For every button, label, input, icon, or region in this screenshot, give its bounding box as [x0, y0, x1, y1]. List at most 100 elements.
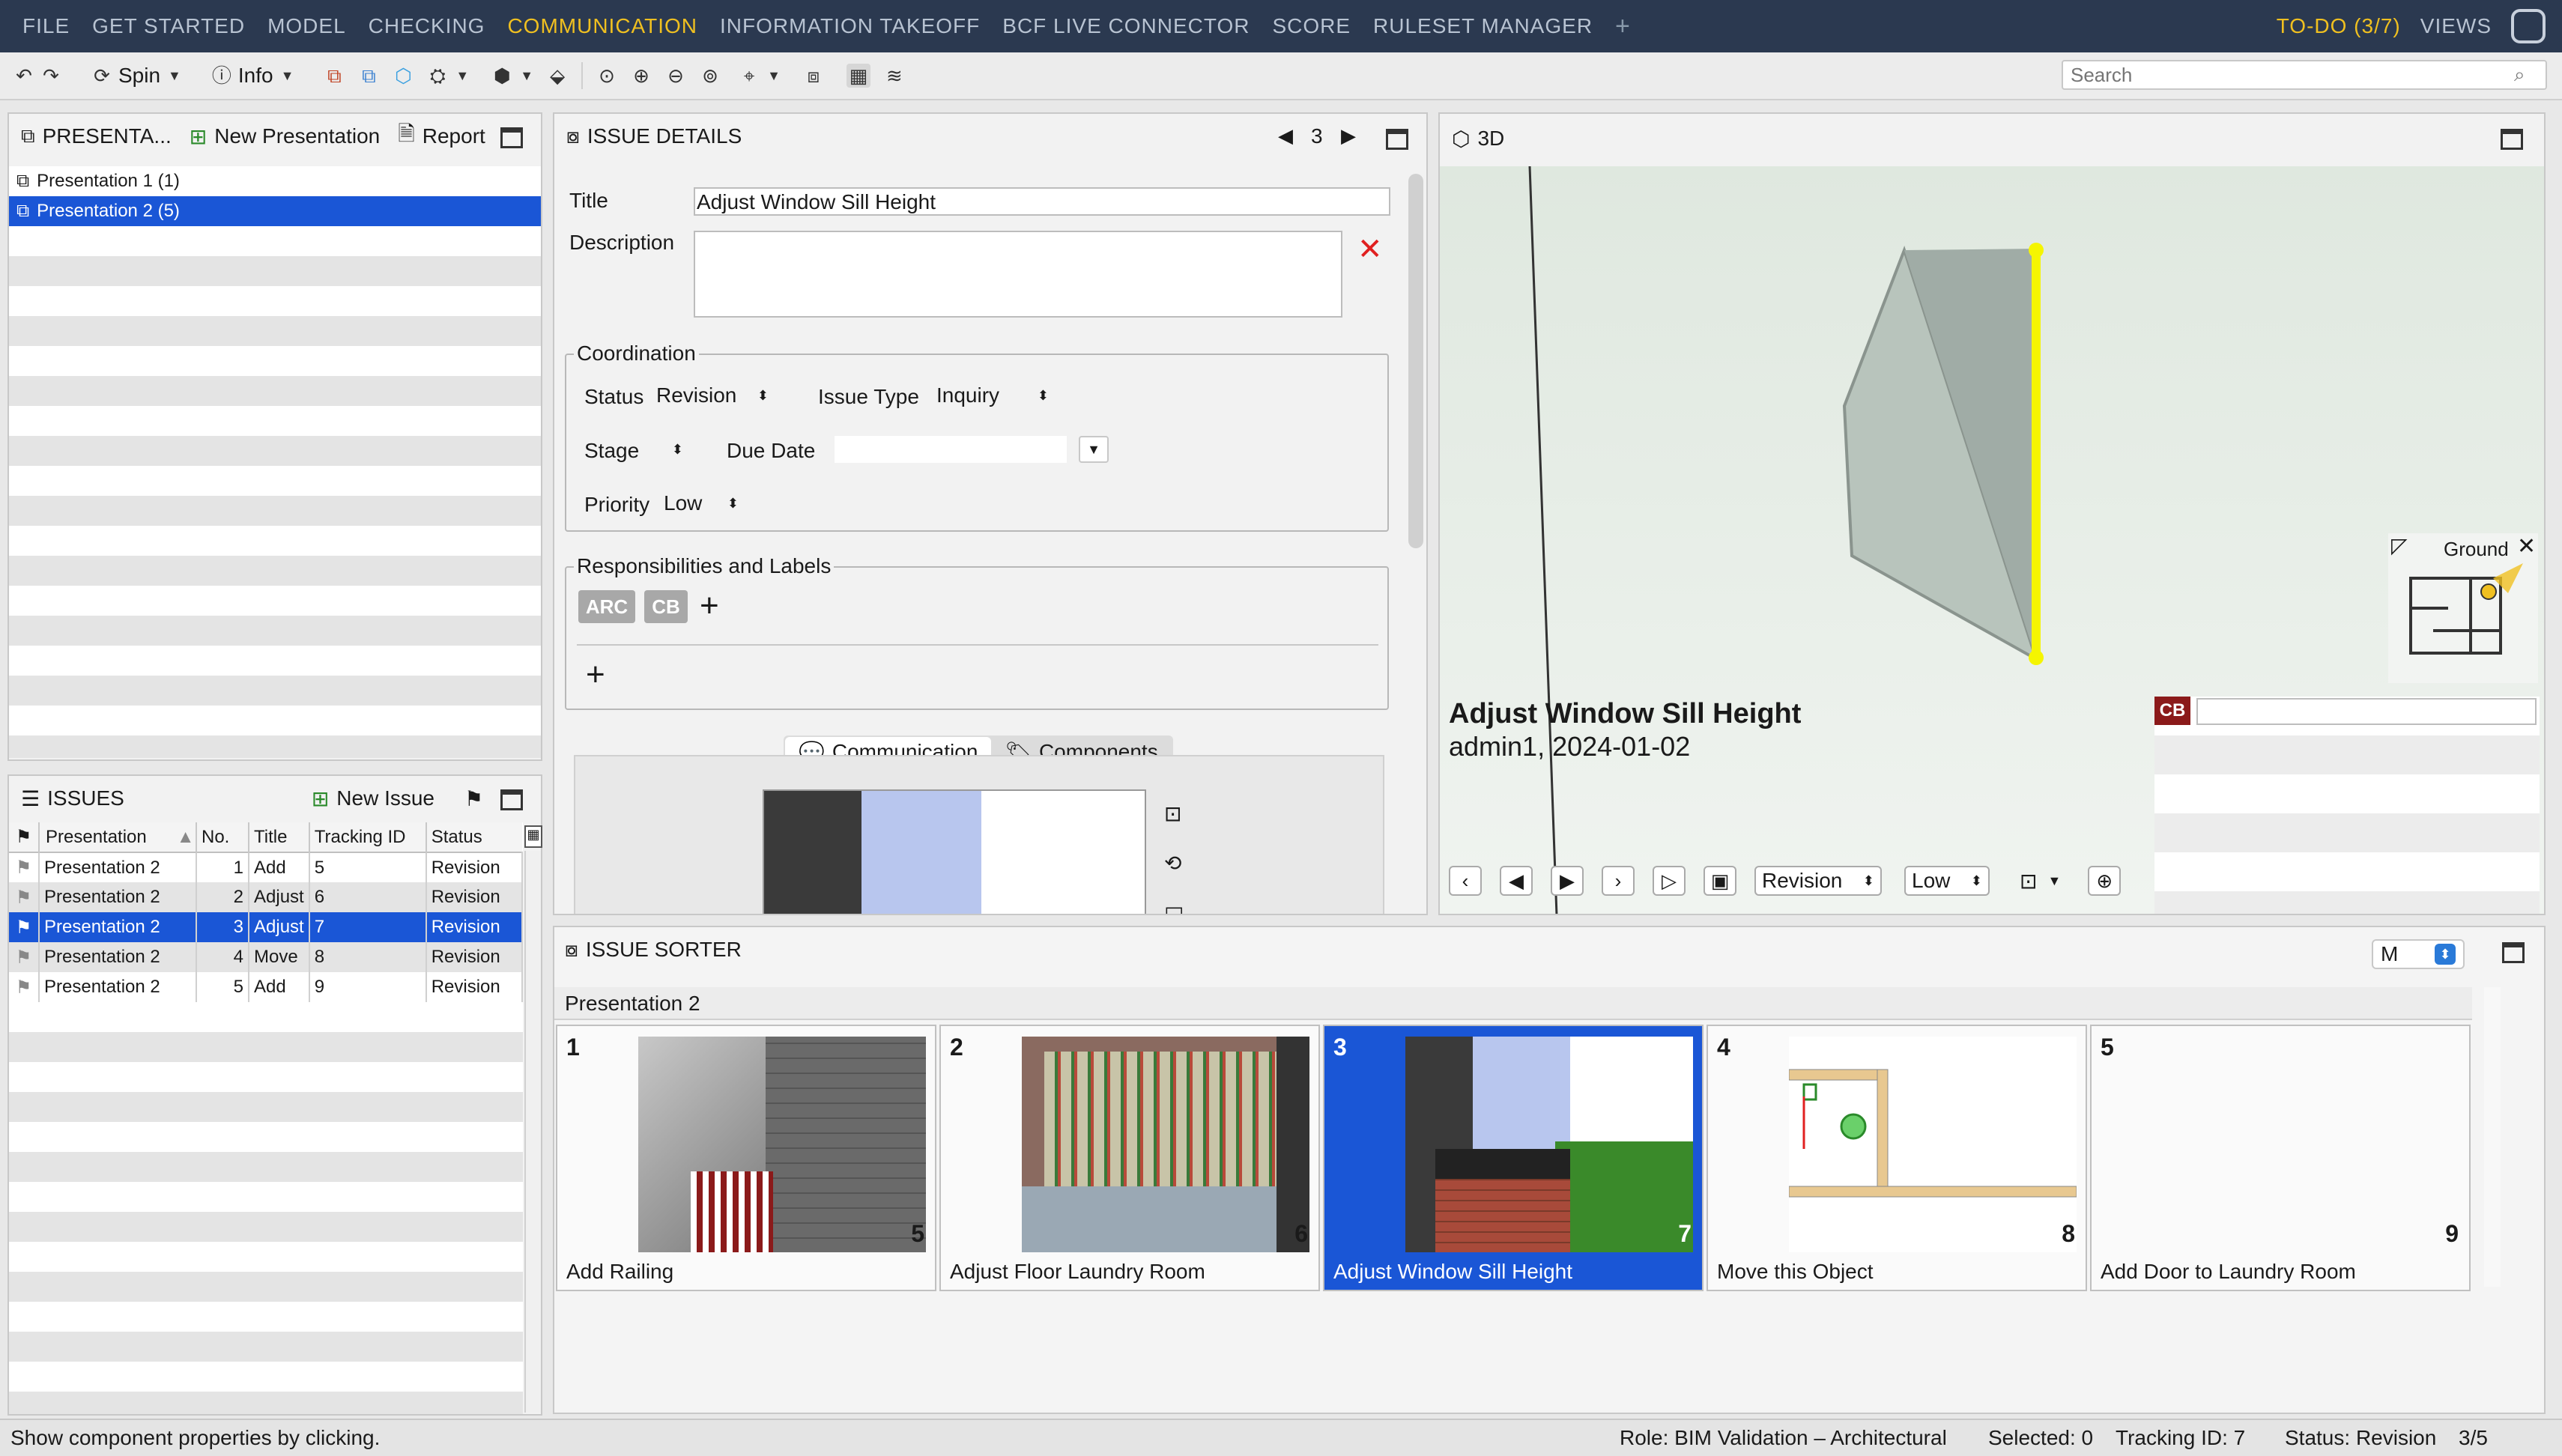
presentation-mode-icon[interactable]: ▣: [1704, 866, 1736, 896]
new-issue-button[interactable]: ⊞ New Issue: [312, 786, 434, 811]
layers-icon[interactable]: ⧈: [803, 65, 824, 86]
menu-score[interactable]: SCORE: [1272, 14, 1351, 38]
next-issue-icon[interactable]: ▶: [1551, 866, 1584, 896]
menu-get-started[interactable]: GET STARTED: [92, 14, 245, 38]
next-issue-icon[interactable]: ▶: [1341, 124, 1356, 148]
thumbnail-size-select[interactable]: M ⬍: [2372, 939, 2465, 969]
maximize-icon[interactable]: [500, 127, 523, 148]
prev-issue-icon[interactable]: ◀: [1278, 124, 1293, 148]
search-input[interactable]: [2062, 60, 2547, 90]
section-icon[interactable]: ⬙: [547, 65, 568, 86]
first-issue-icon[interactable]: ‹: [1449, 866, 1482, 896]
issue-card-5[interactable]: 5 9 Add Door to Laundry Room: [2090, 1025, 2471, 1291]
maximize-icon[interactable]: [2502, 942, 2525, 963]
menu-checking[interactable]: CHECKING: [369, 14, 485, 38]
sorter-scrollbar[interactable]: [2484, 987, 2501, 1287]
isolate-icon[interactable]: ⬡: [393, 65, 414, 86]
redo-icon[interactable]: ↷: [40, 65, 61, 86]
description-field[interactable]: [694, 231, 1342, 318]
column-tracking-id[interactable]: Tracking ID: [309, 822, 427, 852]
play-icon[interactable]: ▷: [1653, 866, 1686, 896]
menu-file[interactable]: FILE: [22, 14, 70, 38]
info-button[interactable]: ⓘ Info ▼: [211, 64, 294, 88]
add-responsibility-button[interactable]: +: [700, 587, 719, 625]
flag-icon[interactable]: ⚑: [464, 786, 483, 811]
add-tab-button[interactable]: +: [1615, 12, 1630, 41]
table-row[interactable]: ⚑ Presentation 2 1 Add 5 Revision: [9, 852, 524, 882]
chevron-down-icon[interactable]: ▼: [455, 68, 469, 84]
add-viewpoint-icon[interactable]: ⊡: [1164, 801, 1181, 826]
spin-button[interactable]: ⟳ Spin ▼: [91, 64, 181, 88]
menu-model[interactable]: MODEL: [267, 14, 346, 38]
minimap[interactable]: ◸ Ground ✕: [2388, 533, 2538, 683]
table-row[interactable]: ⚑ Presentation 2 5 Add 9 Revision: [9, 972, 524, 1002]
column-no[interactable]: No.: [196, 822, 249, 852]
zoom-selection-icon[interactable]: ⊚: [700, 65, 721, 86]
details-scrollbar[interactable]: [1408, 174, 1423, 548]
box-view-icon[interactable]: ⬢ ▼: [491, 65, 533, 86]
delete-icon[interactable]: ✕: [1357, 232, 1383, 267]
table-row[interactable]: ⚑ Presentation 2 4 Move 8 Revision: [9, 942, 524, 972]
overlay-status-select[interactable]: Revision ⬍: [1754, 866, 1882, 896]
overlay-priority-select[interactable]: Low ⬍: [1904, 866, 1990, 896]
chevron-down-icon[interactable]: ▼: [168, 68, 181, 84]
hide-icon[interactable]: ⛭ ▼: [427, 65, 469, 86]
table-row[interactable]: ⚑ Presentation 2 2 Adjust 6 Revision: [9, 882, 524, 912]
column-status[interactable]: Status: [426, 822, 522, 852]
zoom-in-icon[interactable]: ⊕: [631, 65, 652, 86]
select-all-icon[interactable]: ⧉: [324, 65, 345, 86]
list-item[interactable]: ⧉ Presentation 1 (1): [9, 166, 541, 196]
zoom-fit-icon[interactable]: ⊙: [596, 65, 617, 86]
chevron-down-icon[interactable]: ▼: [281, 68, 294, 84]
viewpoint-icon[interactable]: ▭: [1164, 897, 1184, 914]
views-button[interactable]: VIEWS: [2420, 14, 2492, 38]
issue-card-4[interactable]: 4 8 Move this Object: [1707, 1025, 2087, 1291]
date-picker-button[interactable]: ▼: [1079, 436, 1109, 463]
issue-card-3[interactable]: 3 7 Adjust Window Sill Height: [1323, 1025, 1704, 1291]
refresh-icon[interactable]: ⟲: [1164, 851, 1181, 876]
menu-information-takeoff[interactable]: INFORMATION TAKEOFF: [720, 14, 980, 38]
zoom-out-icon[interactable]: ⊖: [665, 65, 686, 86]
column-title[interactable]: Title: [249, 822, 310, 852]
screenshot-icon[interactable]: ⊡: [2020, 869, 2037, 894]
stack-icon[interactable]: ≋: [884, 65, 905, 86]
minimap-close-icon[interactable]: ✕: [2517, 533, 2536, 559]
due-date-field[interactable]: [835, 436, 1067, 463]
clip-icon[interactable]: ⊕: [2088, 866, 2122, 896]
tag-cb[interactable]: CB: [644, 590, 688, 623]
new-presentation-button[interactable]: ⊞ New Presentation: [190, 124, 380, 149]
measure-icon[interactable]: ⌖ ▼: [739, 65, 781, 86]
issue-type-select[interactable]: Inquiry ⬍: [929, 380, 1056, 410]
search-icon[interactable]: ⌕: [2514, 63, 2525, 87]
comment-input[interactable]: [2196, 698, 2537, 725]
menu-ruleset-manager[interactable]: RULESET MANAGER: [1373, 14, 1593, 38]
column-flag[interactable]: ⚑: [9, 822, 40, 852]
todo-button[interactable]: TO-DO (3/7): [2277, 14, 2401, 38]
issue-card-1[interactable]: 1 5 Add Railing: [556, 1025, 936, 1291]
map-icon[interactable]: ▦: [846, 64, 870, 88]
prev-issue-icon[interactable]: ◀: [1500, 866, 1533, 896]
maximize-icon[interactable]: [1386, 129, 1408, 150]
maximize-icon[interactable]: [2501, 129, 2523, 150]
chevron-down-icon[interactable]: ▼: [520, 68, 533, 84]
minimap-expand-icon[interactable]: ◸: [2391, 533, 2408, 558]
column-chooser-icon[interactable]: ▦: [524, 825, 542, 848]
maximize-icon[interactable]: [500, 789, 523, 810]
viewpoint-thumbnail[interactable]: [763, 789, 1146, 914]
status-select[interactable]: Revision ⬍: [649, 380, 776, 410]
stage-select[interactable]: ⬍: [646, 434, 691, 464]
chevron-down-icon[interactable]: ▼: [2047, 873, 2061, 889]
table-row[interactable]: ⚑ Presentation 2 3 Adjust 7 Revision: [9, 912, 524, 942]
tag-arc[interactable]: ARC: [578, 590, 635, 623]
list-item[interactable]: ⧉ Presentation 2 (5): [9, 196, 541, 226]
menu-communication[interactable]: COMMUNICATION: [507, 14, 697, 38]
select-visible-icon[interactable]: ⧉: [358, 65, 379, 86]
add-label-button[interactable]: +: [586, 656, 605, 694]
last-issue-icon[interactable]: ›: [1602, 866, 1635, 896]
issue-card-2[interactable]: 2 6 Adjust Floor Laundry Room: [939, 1025, 1320, 1291]
priority-select[interactable]: Low ⬍: [656, 488, 746, 518]
chevron-down-icon[interactable]: ▼: [767, 68, 781, 84]
issues-scrollbar[interactable]: [524, 851, 541, 1413]
undo-icon[interactable]: ↶: [13, 65, 34, 86]
title-field[interactable]: Adjust Window Sill Height: [694, 187, 1390, 216]
